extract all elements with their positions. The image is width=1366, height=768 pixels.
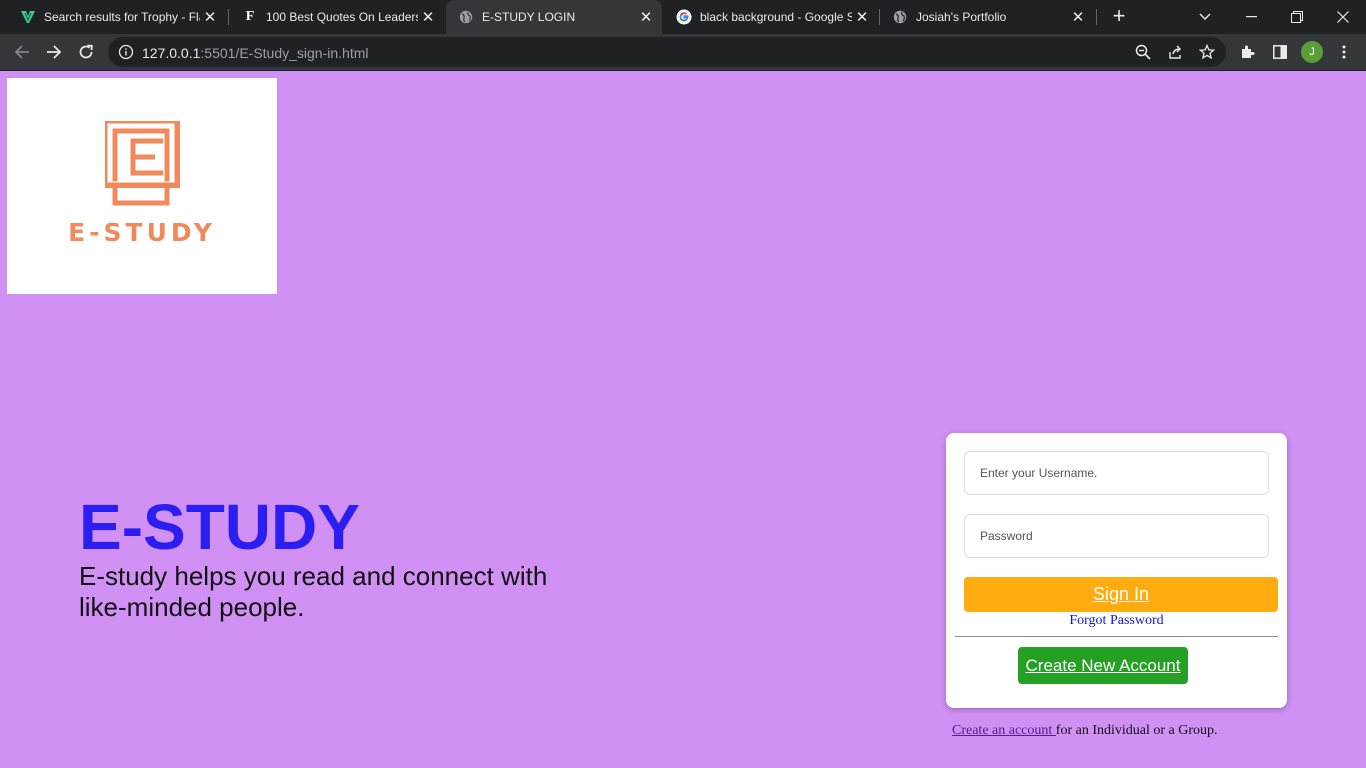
sign-in-button[interactable]: Sign In [964,577,1278,612]
forgot-password-link[interactable]: Forgot Password [946,613,1287,629]
tab-separator [1096,9,1097,25]
tab-title: black background - Google Se [700,10,852,24]
side-panel-icon[interactable] [1270,42,1290,62]
tab-title: E-STUDY LOGIN [482,10,576,24]
vector-logo-icon [20,9,36,25]
close-tab-icon[interactable]: ✕ [852,7,872,27]
bookmark-star-icon[interactable] [1198,43,1216,61]
close-tab-icon[interactable]: ✕ [200,7,220,27]
close-tab-icon[interactable]: ✕ [418,7,438,27]
browser-tab-active[interactable]: E-STUDY LOGIN ✕ [446,0,662,34]
hero-description: E-study helps you read and connect with … [79,561,548,622]
url-path: :5501/E-Study_sign-in.html [200,45,369,61]
tab-search-chevron-down-icon[interactable] [1182,0,1228,34]
f-letter-icon: F [245,9,255,24]
globe-icon [458,9,474,25]
url-host: 127.0.0.1 [142,45,201,61]
browser-tab-strip: Search results for Trophy - Fla ✕ F 100 … [0,0,1366,34]
close-tab-icon[interactable]: ✕ [1068,7,1088,27]
back-arrow-icon[interactable] [8,38,36,66]
browser-tab[interactable]: Josiah's Portfolio ✕ [880,0,1094,34]
footer-note-text: for an Individual or a Group. [1055,723,1218,738]
url-text: 127.0.0.1:5501/E-Study_sign-in.html [142,45,368,61]
new-tab-button[interactable]: + [1107,5,1131,29]
create-account-link[interactable]: Create an account [952,723,1056,738]
profile-avatar[interactable]: J [1301,41,1323,63]
estudy-logo: E-STUDY [7,78,277,294]
tab-title: Search results for Trophy - Fla [44,10,200,24]
create-new-account-button[interactable]: Create New Account [1018,647,1188,684]
reload-icon[interactable] [72,38,100,66]
browser-tab[interactable]: black background - Google Se ✕ [664,0,878,34]
globe-icon [892,9,908,25]
restore-icon[interactable] [1274,0,1320,34]
browser-tab[interactable]: Search results for Trophy - Fla ✕ [8,0,226,34]
estudy-logo-mark-icon [105,121,180,206]
browser-tab[interactable]: F 100 Best Quotes On Leadershi ✕ [230,0,444,34]
login-card: Sign In Forgot Password Create New Accou… [946,433,1287,708]
minimize-icon[interactable] [1228,0,1274,34]
browser-toolbar: 127.0.0.1:5501/E-Study_sign-in.html J [0,34,1366,71]
google-icon [676,9,692,25]
logo-wordmark: E-STUDY [68,218,216,247]
username-input[interactable] [964,451,1269,495]
menu-kebab-icon[interactable] [1334,42,1354,62]
tab-title: Josiah's Portfolio [916,10,1007,24]
extensions-puzzle-icon[interactable] [1238,42,1258,62]
share-icon[interactable] [1166,43,1184,61]
forward-arrow-icon[interactable] [40,38,68,66]
tab-separator [228,9,229,25]
close-window-icon[interactable] [1320,0,1366,34]
password-input[interactable] [964,514,1269,558]
zoom-icon[interactable] [1134,43,1152,61]
close-tab-icon[interactable]: ✕ [636,7,656,27]
divider [955,636,1278,637]
footer-note: Create an account for an Individual or a… [952,723,1218,739]
address-bar[interactable]: 127.0.0.1:5501/E-Study_sign-in.html [108,37,1226,67]
tab-title: 100 Best Quotes On Leadershi [266,10,418,24]
hero-title: E-STUDY [79,491,360,563]
site-info-icon[interactable] [118,44,134,60]
